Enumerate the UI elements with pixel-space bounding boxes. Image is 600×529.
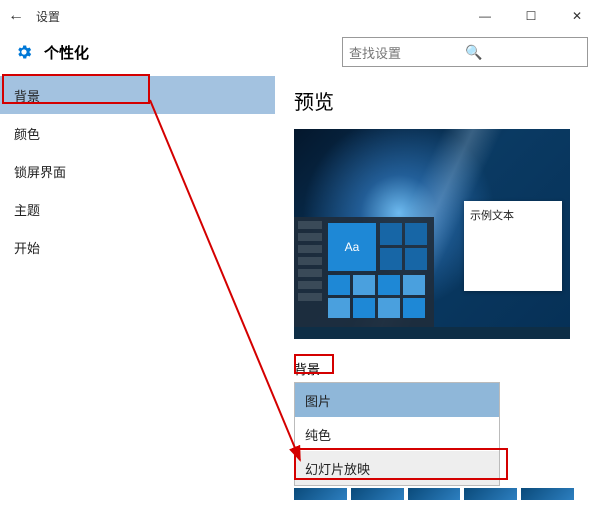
sidebar-item-themes[interactable]: 主题 [0,190,275,228]
sidebar-item-lockscreen[interactable]: 锁屏界面 [0,152,275,190]
desktop-preview: Aa 示例文本 [294,129,570,339]
search-placeholder: 查找设置 [349,43,465,62]
option-label: 纯色 [305,425,331,444]
gear-icon [14,42,34,62]
titlebar: ← 设置 — ☐ ✕ [0,0,600,32]
sidebar-item-start[interactable]: 开始 [0,228,275,266]
search-icon: 🔍 [465,44,581,61]
option-slideshow[interactable]: 幻灯片放映 [295,451,499,485]
option-picture[interactable]: 图片 [295,383,499,417]
preview-heading: 预览 [294,86,582,115]
sample-text: 示例文本 [470,210,514,222]
sidebar-item-background[interactable]: 背景 [0,76,275,114]
thumbnail-strip [294,488,574,500]
back-button[interactable]: ← [0,7,32,25]
content: 预览 Aa 示例文本 背景 图片 纯色 幻灯片放映 [276,72,600,529]
window-title: 设置 [32,8,462,25]
maximize-button[interactable]: ☐ [508,0,554,32]
preview-sample-window: 示例文本 [464,201,562,291]
sidebar-item-label: 主题 [14,200,40,219]
sidebar: 背景 颜色 锁屏界面 主题 开始 [0,72,276,529]
sidebar-item-label: 背景 [14,86,40,105]
option-label: 图片 [305,391,331,410]
close-button[interactable]: ✕ [554,0,600,32]
minimize-button[interactable]: — [462,0,508,32]
sidebar-item-label: 开始 [14,238,40,257]
search-input[interactable]: 查找设置 🔍 [342,37,588,67]
sidebar-item-label: 锁屏界面 [14,162,66,181]
background-dropdown[interactable]: 图片 纯色 幻灯片放映 [294,382,500,486]
dropdown-label: 背景 [294,359,582,378]
option-solid[interactable]: 纯色 [295,417,499,451]
sidebar-item-label: 颜色 [14,124,40,143]
sidebar-item-colors[interactable]: 颜色 [0,114,275,152]
page-title: 个性化 [44,42,342,63]
preview-tile-aa: Aa [328,223,376,271]
option-label: 幻灯片放映 [305,459,370,478]
header: 个性化 查找设置 🔍 [0,32,600,72]
